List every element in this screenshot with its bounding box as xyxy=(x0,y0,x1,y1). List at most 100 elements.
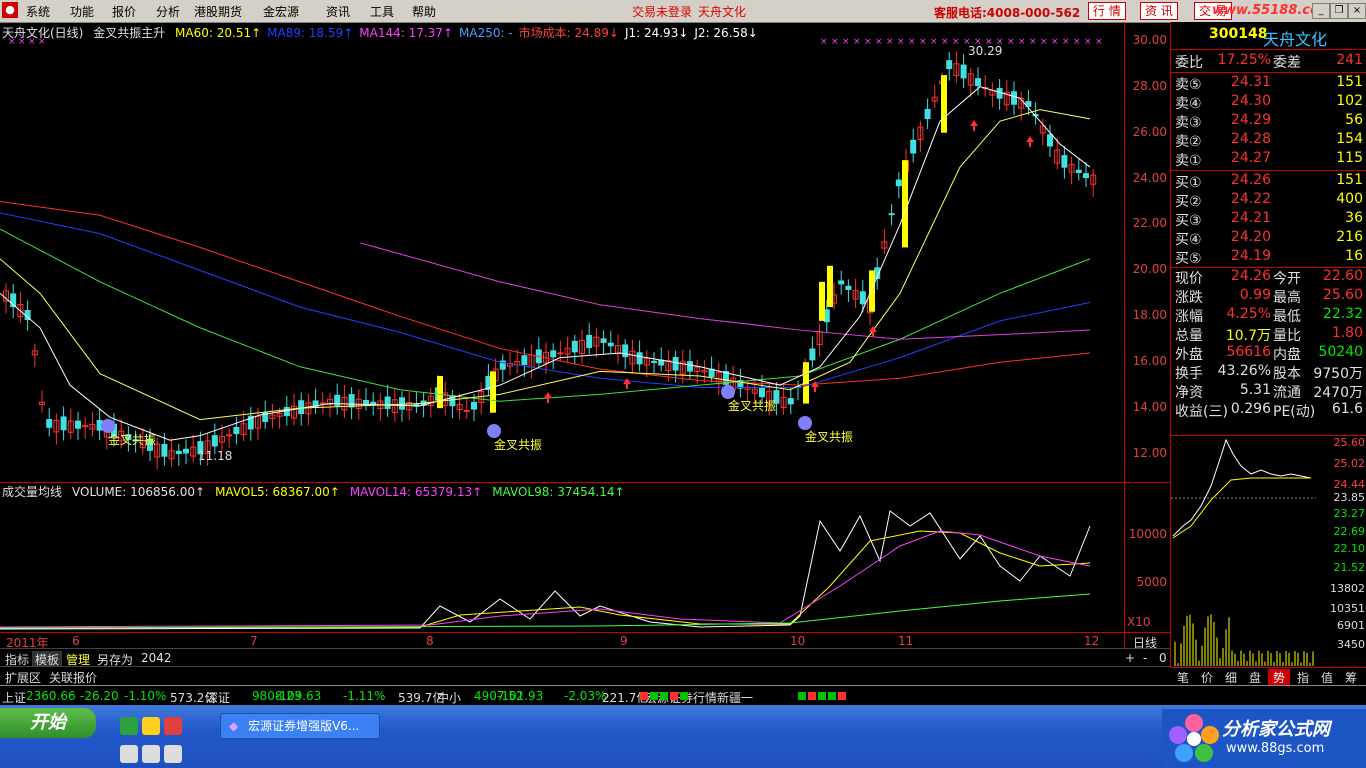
detail-tabs: 笔价细盘势指值筹 xyxy=(1170,667,1366,686)
detail-tab-7[interactable]: 筹 xyxy=(1340,669,1362,686)
annotation-5: 11.18 xyxy=(198,449,232,463)
ask-volume: 56 xyxy=(1345,112,1363,128)
ask-volume: 115 xyxy=(1336,150,1363,166)
stat-label-2: 流通 xyxy=(1273,385,1301,401)
menu-analysis[interactable]: 分析 xyxy=(156,3,180,20)
ma-red-line xyxy=(0,200,1091,386)
minimize-icon[interactable]: _ xyxy=(1312,3,1330,19)
price-tick-2: 26.00 xyxy=(1132,124,1167,139)
price-chart-svg[interactable]: × × × × × × × × × × × × × × × × × × × × × × × × × × × × × ×金叉共振 金叉共振金叉… xyxy=(0,22,1124,482)
quicklaunch-help-icon[interactable] xyxy=(142,745,160,763)
taskbar-app-button[interactable]: ◆ 宏源证券增强版V6... xyxy=(220,713,380,739)
volume-line xyxy=(0,510,1091,630)
detail-tab-6[interactable]: 值 xyxy=(1316,669,1338,686)
stock-code: 300148 xyxy=(1209,26,1268,42)
ask-label: 卖② xyxy=(1175,134,1202,150)
legend-item-3: MA250: - xyxy=(459,26,513,40)
menu-system[interactable]: 系统 xyxy=(26,3,50,20)
legend-item-2: MA144: 17.37↑ xyxy=(359,26,453,40)
stat-value-2: 25.60 xyxy=(1322,287,1363,303)
tab-related-quote[interactable]: 关联报价 xyxy=(46,669,100,686)
signal-cross: × xyxy=(864,37,872,47)
market-button[interactable]: 行 情 xyxy=(1088,2,1126,20)
app-logo-icon[interactable]: ● xyxy=(2,2,18,18)
start-button[interactable]: 开始 xyxy=(0,708,96,738)
vol-unit: X10 xyxy=(1127,615,1151,629)
ask-row-1: 卖④ 24.30 102 xyxy=(1171,93,1366,112)
detail-tab-1[interactable]: 价 xyxy=(1196,669,1218,686)
quicklaunch-windows-icon[interactable] xyxy=(164,717,182,735)
price-tick-8: 14.00 xyxy=(1132,400,1167,415)
detail-tab-4[interactable]: 势 xyxy=(1268,669,1290,686)
zoom-reset-button[interactable]: 0 xyxy=(1156,651,1170,665)
candle-body xyxy=(75,420,81,429)
bid-volume: 400 xyxy=(1336,191,1363,207)
volume-chart[interactable]: 成交量均线 VOLUME: 106856.00↑ MAVOL5: 68367.00↑… xyxy=(0,482,1124,633)
tab-2042[interactable]: 2042 xyxy=(138,651,175,665)
signal-cross: × xyxy=(1073,37,1081,47)
legend-item-1: MA89: 18.59↑ xyxy=(267,26,354,40)
mini-tick-7: 21.52 xyxy=(1333,561,1366,574)
candle-body xyxy=(384,396,391,409)
restore-icon[interactable]: ❐ xyxy=(1330,3,1348,19)
candle-body xyxy=(399,397,405,410)
volume-legend: 成交量均线 VOLUME: 106856.00↑ MAVOL5: 68367.00↑… xyxy=(2,483,635,501)
menu-help[interactable]: 帮助 xyxy=(412,3,436,20)
ratio-row: 委比 17.25% 委差 241 xyxy=(1171,52,1366,71)
news-button[interactable]: 资 讯 xyxy=(1140,2,1178,20)
price-axis: 30.00 28.00 26.00 24.00 22.00 20.00 18.00 16.00… xyxy=(1124,22,1171,482)
zoom-in-button[interactable]: + xyxy=(1122,651,1138,665)
date-tick-5: 10 xyxy=(790,634,806,648)
ask-row-0: 卖⑤ 24.31 151 xyxy=(1171,74,1366,93)
menu-jinhongyuan[interactable]: 金宏源 xyxy=(263,3,299,20)
zoom-out-button[interactable]: - xyxy=(1140,651,1150,665)
buy-arrow-icon xyxy=(623,378,631,389)
bid-row-4: 买⑤ 24.19 16 xyxy=(1171,248,1366,267)
stock-name: 天舟文化 xyxy=(1263,30,1328,49)
candle-body xyxy=(298,400,305,415)
stat-label: 总量 xyxy=(1175,328,1203,344)
tab-extension[interactable]: 扩展区 xyxy=(2,669,44,686)
menu-quote[interactable]: 报价 xyxy=(112,3,136,20)
quicklaunch-add-icon[interactable] xyxy=(142,717,160,735)
mavol5-line xyxy=(0,530,1091,629)
detail-tab-2[interactable]: 细 xyxy=(1220,669,1242,686)
brand-title: 分析家公式网 xyxy=(1222,719,1330,740)
menu-info[interactable]: 资讯 xyxy=(326,3,350,20)
stat-value-2: 2470万 xyxy=(1313,385,1363,401)
taskbar-app-label: 宏源证券增强版V6... xyxy=(248,719,360,733)
stat-label: 现价 xyxy=(1175,271,1203,287)
detail-tab-0[interactable]: 笔 xyxy=(1172,669,1194,686)
market-status-icon xyxy=(828,692,836,700)
candle-body xyxy=(283,406,290,417)
signal-cross: × xyxy=(1051,37,1059,47)
mini-tick-0: 25.60 xyxy=(1333,436,1366,449)
stat-row-5: 换手 43.26% 股本 9750万 xyxy=(1171,363,1366,382)
mini-tick-9: 10351 xyxy=(1330,602,1365,615)
quicklaunch-desktop-icon[interactable] xyxy=(164,745,182,763)
price-chart[interactable]: × × × × × × × × × × × × × × × × × × × × × × × × × × × × × × 金叉共振 金叉共振 金叉… xyxy=(0,22,1124,482)
candle-body xyxy=(600,338,607,343)
menu-hk-futures[interactable]: 港股期货 xyxy=(194,3,242,20)
signal-bar xyxy=(819,281,825,321)
menu-tools[interactable]: 工具 xyxy=(370,3,394,20)
detail-tab-5[interactable]: 指 xyxy=(1292,669,1314,686)
signal-bar xyxy=(941,75,947,133)
mini-tick-8: 13802 xyxy=(1330,582,1365,595)
menu-function[interactable]: 功能 xyxy=(70,3,94,20)
quicklaunch-ie-icon[interactable] xyxy=(120,717,138,735)
price-legend: 天舟文化(日线) 金叉共振主升 MA60: 20.51↑ MA89: 18.59↑… xyxy=(2,24,770,42)
signal-cross: × xyxy=(919,37,927,47)
intraday-chart[interactable]: 25.60 25.02 24.44 23.85 23.27 22.69 22.10 21.52… xyxy=(1170,435,1366,668)
hotline: 客服电话:4008-000-562 xyxy=(934,6,1081,20)
detail-tab-3[interactable]: 盘 xyxy=(1244,669,1266,686)
bid-row-0: 买① 24.26 151 xyxy=(1171,172,1366,191)
volume-chart-svg[interactable] xyxy=(0,483,1124,633)
index-bar: 上证 2360.66 -26.20 -1.10% 573.2亿 深证 9808.23 -109… xyxy=(0,685,1366,706)
signal-cross: × xyxy=(875,37,883,47)
close-icon[interactable]: × xyxy=(1348,3,1366,19)
quicklaunch-keyboard-icon[interactable] xyxy=(120,745,138,763)
legend-formula: 金叉共振主升 xyxy=(93,26,166,40)
buy-arrow-icon xyxy=(970,120,978,131)
signal-cross: × xyxy=(1029,37,1037,47)
